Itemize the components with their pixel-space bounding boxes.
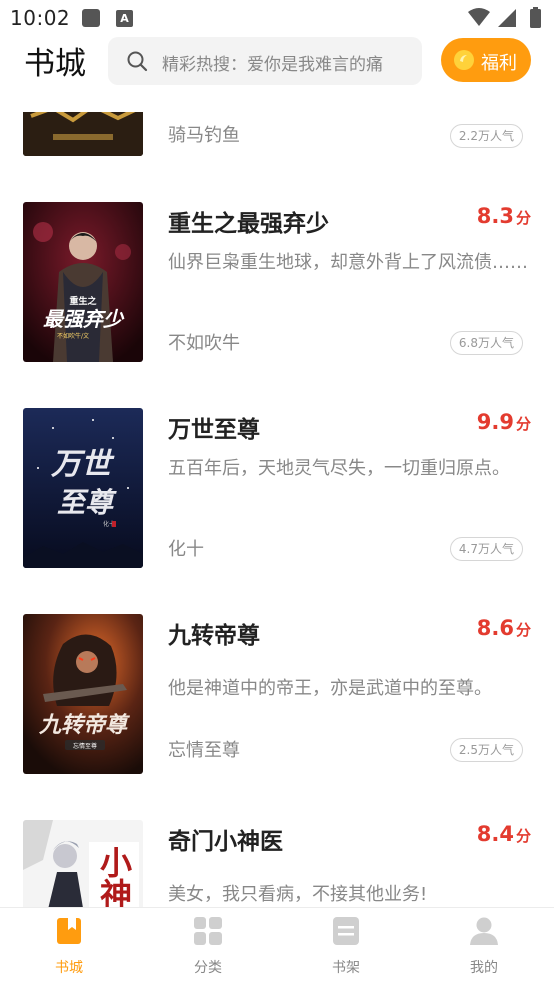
book-item[interactable]: 万世 至尊 化十 万世至尊 9.9 分 五百年后，天地灵气尽失，一切重归原点。 化… [0, 408, 554, 588]
bookshelf-icon [333, 917, 359, 945]
book-author: 骑马钓鱼 [168, 125, 240, 146]
score-unit: 分 [515, 415, 531, 433]
search-bar[interactable]: 精彩热搜：爱你是我难言的痛 [108, 37, 422, 85]
popularity-badge: 2.2万人气 [449, 124, 523, 148]
popularity-badge: 2.5万人气 [449, 738, 523, 762]
book-description: 他是神道中的帝王，亦是武道中的至尊。 [168, 678, 492, 699]
book-item[interactable]: 九转帝尊 忘情至尊 九转帝尊 8.6 分 他是神道中的帝王，亦是武道中的至尊。 忘… [0, 614, 554, 794]
category-icon [194, 917, 222, 945]
nav-label: 书架 [332, 960, 360, 976]
page-title: 书城 [24, 46, 86, 82]
book-item[interactable]: 小神 奇门小神医 8.4 分 美女，我只看病，不接其他业务! [0, 820, 554, 907]
book-title[interactable]: 九转帝尊 [168, 616, 260, 650]
app-header: 书城 精彩热搜：爱你是我难言的痛 福利 [0, 36, 554, 100]
book-list[interactable]: 骑马钓鱼 2.2万人气 重生之 最强弃少 不如吹牛/文 重生之最强弃少 8.3 … [0, 112, 554, 907]
popularity-badge: 4.7万人气 [449, 537, 523, 561]
book-item[interactable]: 骑马钓鱼 2.2万人气 [0, 112, 554, 176]
nav-bookstore[interactable]: 书城 [0, 908, 138, 984]
book-author: 不如吹牛 [168, 333, 240, 354]
score-value: 9.9 [476, 410, 514, 434]
cover-text: 重生之 [69, 295, 96, 307]
score-unit: 分 [515, 621, 531, 639]
nav-label: 分类 [194, 960, 222, 976]
notification-icon [82, 9, 100, 27]
score-value: 8.3 [476, 204, 514, 228]
book-score: 8.6 分 [477, 616, 531, 640]
book-score: 8.3 分 [477, 204, 531, 228]
bookstore-icon [57, 918, 81, 944]
book-title[interactable]: 重生之最强弃少 [168, 204, 329, 238]
cover-text: 忘情至尊 [73, 742, 97, 750]
cover-text: 最强弃少 [43, 307, 125, 331]
search-icon [127, 51, 148, 72]
book-description: 五百年后，天地灵气尽失，一切重归原点。 [168, 458, 510, 479]
book-cover[interactable]: 重生之 最强弃少 不如吹牛/文 [23, 202, 143, 362]
score-value: 8.4 [476, 822, 514, 846]
book-score: 9.9 分 [477, 410, 531, 434]
book-item[interactable]: 重生之 最强弃少 不如吹牛/文 重生之最强弃少 8.3 分 仙界巨枭重生地球，却意… [0, 202, 554, 382]
book-author: 化十 [168, 539, 204, 560]
book-description: 仙界巨枭重生地球，却意外背上了风流债…… [168, 252, 528, 273]
cover-text: 不如吹牛/文 [57, 332, 89, 340]
cover-text: 万世 [50, 447, 115, 482]
book-score: 8.4 分 [477, 822, 531, 846]
status-time: 10:02 [10, 6, 71, 30]
cover-text: 小神 [95, 846, 133, 907]
score-unit: 分 [515, 209, 531, 227]
book-cover[interactable] [23, 112, 143, 156]
welfare-label: 福利 [481, 53, 517, 74]
book-cover[interactable]: 小神 [23, 820, 143, 907]
coin-icon [454, 50, 474, 70]
book-title[interactable]: 奇门小神医 [168, 822, 283, 856]
book-title[interactable]: 万世至尊 [168, 410, 260, 444]
nav-label: 我的 [470, 960, 498, 976]
nav-bookshelf[interactable]: 书架 [277, 908, 415, 984]
cover-text: 至尊 [57, 486, 117, 519]
nav-label: 书城 [55, 960, 83, 976]
welfare-button[interactable]: 福利 [441, 38, 531, 82]
book-cover[interactable]: 万世 至尊 化十 [23, 408, 143, 568]
score-value: 8.6 [476, 616, 514, 640]
popularity-badge: 6.8万人气 [449, 331, 523, 355]
status-bar: 10:02 A [0, 0, 554, 36]
search-placeholder[interactable]: 精彩热搜：爱你是我难言的痛 [162, 50, 412, 75]
nav-profile[interactable]: 我的 [415, 908, 553, 984]
book-description: 美女，我只看病，不接其他业务! [168, 884, 428, 905]
score-unit: 分 [515, 827, 531, 845]
book-cover[interactable]: 九转帝尊 忘情至尊 [23, 614, 143, 774]
bottom-nav: 书城 分类 书架 我的 [0, 907, 554, 984]
signal-battery-icons [468, 7, 541, 28]
book-author: 忘情至尊 [168, 740, 240, 761]
nav-category[interactable]: 分类 [139, 908, 277, 984]
keyboard-notification-icon: A [116, 10, 133, 27]
profile-icon [470, 917, 498, 945]
cover-text: 九转帝尊 [38, 712, 130, 738]
